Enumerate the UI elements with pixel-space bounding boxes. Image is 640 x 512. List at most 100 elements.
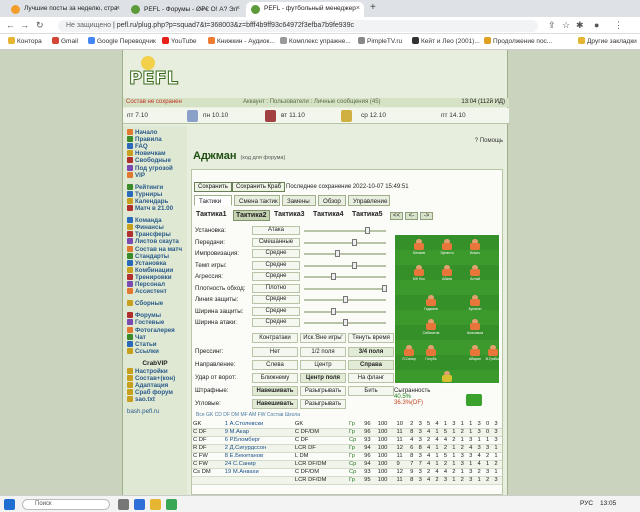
setting-slider[interactable] [304,307,386,315]
crabvip-item[interactable]: Адаптация [127,382,168,389]
setting-value[interactable]: Средне [252,260,300,270]
slider-handle[interactable] [335,250,341,257]
setting-slider[interactable] [304,261,386,269]
slider-handle[interactable] [343,319,348,326]
forward-icon[interactable]: → [20,20,29,30]
save-crab-button[interactable]: Сохранить Краб [232,182,286,192]
setting-slider[interactable] [304,250,386,257]
bookmark-item[interactable]: Gmail [52,37,78,45]
setting-slider[interactable] [304,284,387,292]
sidebar-item[interactable]: Свободные [127,157,171,164]
sidebar-item[interactable]: VIP [127,171,145,179]
sidebar-item[interactable]: Команда [127,217,162,224]
bookmark-item[interactable]: PimpleTV.ru [358,37,402,45]
pefl-logo[interactable]: PEFL [128,56,179,96]
sidebar-item[interactable]: Комбинации [127,266,173,274]
setting-slider[interactable] [304,296,386,303]
setting-value[interactable]: Средне [252,318,300,327]
pitch-player[interactable]: Алтай [469,265,481,281]
sidebar-item[interactable]: Под угрозой [127,164,173,172]
tactic-tab-3[interactable]: Тактика3 [272,210,307,219]
setting-value[interactable]: Плотно [252,283,300,293]
setting-value[interactable]: Средне [252,295,300,304]
sidebar-item[interactable]: Матч в 21.00 [127,205,173,212]
pitch-player[interactable]: Голубь [425,345,437,361]
clock[interactable]: 13:05 [600,500,616,507]
pitch-player[interactable]: Ильич [469,239,481,255]
sidebar-item[interactable]: Чат [127,333,146,341]
slider-handle[interactable] [343,296,348,303]
match-day[interactable]: вт 11.10 [281,112,305,119]
slider-handle[interactable] [331,307,337,315]
sidebar-item[interactable]: Гостевые [127,319,164,326]
account-links[interactable]: Аккаунт : Пользователи : Личные сообщени… [243,99,381,105]
bookmark-item[interactable]: Другие закладки [578,37,637,45]
table-row[interactable]: C FW 8 Е.Бекетанов L DM Гр 96 100 11 8 3 4 1 5 1 3 3 4 2… [192,452,502,461]
toggle-3[interactable]: Тянуть время [348,333,394,343]
taskbar-search[interactable]: Поиск [22,499,110,510]
bookmark-item[interactable]: YouTube [162,37,197,45]
pressing-option[interactable]: 1/2 поля [300,347,346,357]
tab-3[interactable]: Замены [282,195,316,206]
setting-value[interactable]: Средне [252,249,300,258]
close-tab-icon[interactable]: × [116,5,120,12]
team-crest-icon[interactable] [187,110,198,122]
setting-value[interactable]: Средне [252,306,300,316]
browser-tab-2[interactable]: PEFL - Форумы - Ø₽€ О! А? Эл × [126,2,244,17]
help-link[interactable]: ? Помощь [475,138,503,144]
explorer-icon[interactable] [150,499,161,510]
team-crest-icon[interactable] [341,110,352,122]
sidebar-item[interactable]: Новичкам [127,150,166,157]
tab-2[interactable]: Смена тактик [234,195,280,206]
tactic-nav-button[interactable]: -> [420,212,433,220]
chrome-icon[interactable] [166,499,177,510]
pressing-option[interactable]: Нет [252,347,298,357]
pitch-player[interactable]: Беляев [413,239,425,255]
bookmark-item[interactable]: Комплекс упражне... [280,37,351,45]
bookmark-item[interactable]: Кейт и Лео (2001)... [412,37,480,45]
url-field[interactable]: Не защищено | pefl.ru/plug.php?p=squad7&… [58,20,538,32]
sidebar-item[interactable]: Форумы [127,312,161,319]
table-row[interactable]: C FW 24 С.Санир LCR DF/DM Ср 94 100 9 7 7 4 1 2 1 3 1 4… [192,460,502,469]
bookmark-item[interactable]: Продолжение пос... [484,37,552,45]
bookmark-item[interactable]: Книжкин - Аудиок... [208,37,275,45]
match-day[interactable]: пн 10.10 [203,112,228,119]
windows-start-icon[interactable] [4,499,15,510]
edge-icon[interactable] [134,499,145,510]
browser-tab-1[interactable]: Лучшие посты за неделю, стра × [6,2,124,17]
slider-handle[interactable] [331,273,337,280]
share-icon[interactable]: ⇪ [548,20,556,31]
language-indicator[interactable]: РУС [580,500,593,507]
sidebar-item[interactable]: Статьи [127,340,157,348]
setting-slider[interactable] [304,273,386,280]
setting-slider[interactable] [304,227,386,234]
tactic-tab-5[interactable]: Тактика5 [350,210,385,219]
slider-handle[interactable] [382,284,387,292]
sidebar-item[interactable]: Ссылки [127,347,159,355]
shoot-option[interactable]: На фланг [348,373,394,383]
position-filter-links[interactable]: Все GK CD DF DM MF AM FW Состав Школа [196,412,300,418]
table-row[interactable]: C DF 9 М.Акар C DF/DM Гр 96 100 11 8 3 4 1 5 1 2 1 3 0 3 [192,428,502,437]
crabvip-item[interactable]: Состав+(кон) [127,375,175,382]
toggle-2[interactable]: Иск.'Вне игры' [300,333,346,343]
pitch-player[interactable]: Л.Санир [402,345,416,361]
tactic-tab-2[interactable]: Тактика2 [233,210,270,221]
bookmark-item[interactable]: Контора [8,37,42,45]
pitch-player[interactable]: Абарин [469,345,481,361]
corners-option[interactable]: Навешивать [252,399,298,409]
direction-option[interactable]: Слева [252,360,298,370]
sidebar-item[interactable]: Турниры [127,190,162,198]
profile-icon[interactable]: ● [594,20,599,30]
task-view-icon[interactable] [118,499,129,510]
sidebar-item[interactable]: Сборные [127,300,163,307]
tactic-nav-button[interactable]: <- [405,212,418,220]
fines-option[interactable]: Навешивать [252,386,298,396]
table-row[interactable]: Cs DM 19 М.Анваxи C DF/DM Ср 93 100 12 9 3 2 4 4 2 1 3… [192,468,502,477]
back-icon[interactable]: ← [6,20,15,30]
match-day[interactable]: ср 12.10 [361,112,386,119]
sidebar-item[interactable]: Рейтинги [127,183,163,191]
sidebar-item[interactable]: Установка [127,259,166,267]
sidebar-item[interactable]: Персонал [127,281,165,288]
sidebar-item[interactable]: Финансы [127,224,164,231]
sidebar-item[interactable]: FAQ [127,143,148,150]
